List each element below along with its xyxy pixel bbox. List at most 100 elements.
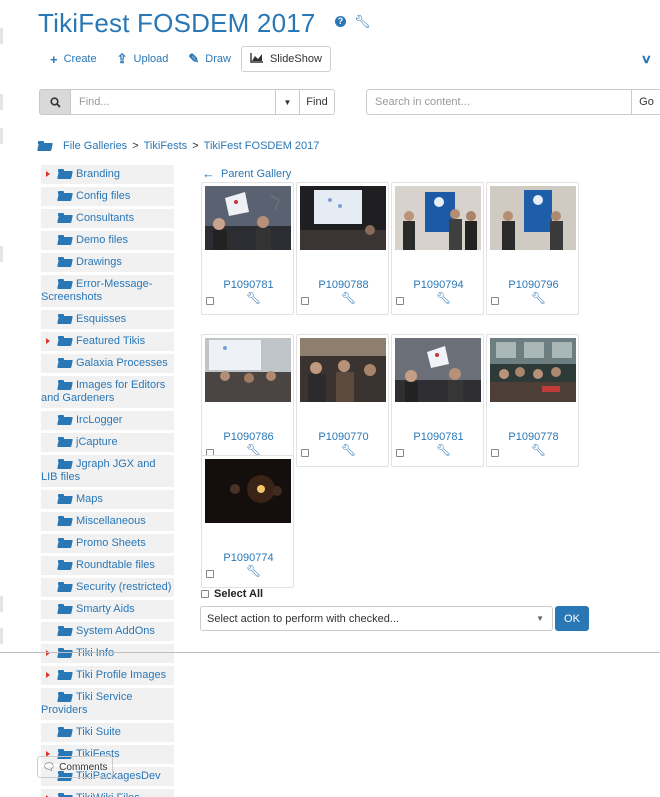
file-checkbox[interactable] [396, 297, 404, 305]
file-name-link[interactable]: P1090786 [202, 431, 295, 443]
file-name-link[interactable]: P1090781 [392, 431, 485, 443]
folder-icon [58, 604, 73, 614]
sidebar-item[interactable]: Tiki Info [41, 644, 174, 663]
upload-button[interactable]: ⇪ Upload [107, 46, 179, 72]
file-checkbox[interactable] [491, 297, 499, 305]
sidebar-item[interactable]: Galaxia Processes [41, 354, 174, 373]
file-thumbnail[interactable]: P1090781 🔧︎ [201, 182, 294, 315]
file-checkbox[interactable] [491, 449, 499, 457]
sidebar-item[interactable]: Esquisses [41, 310, 174, 329]
wrench-icon[interactable]: 🔧︎ [246, 291, 261, 305]
wrench-icon[interactable]: 🔧︎ [436, 443, 451, 457]
content-search-input[interactable]: Search in content... [366, 89, 632, 115]
sidebar-item[interactable]: Images for Editors and Gardeners [41, 376, 174, 408]
expand-arrow-icon[interactable] [46, 650, 50, 656]
sidebar-item[interactable]: Consultants [41, 209, 174, 228]
breadcrumb-file-galleries[interactable]: File Galleries [63, 140, 127, 152]
photo-thumbnail-image[interactable] [205, 186, 291, 250]
file-checkbox[interactable] [301, 297, 309, 305]
photo-thumbnail-image[interactable] [490, 338, 576, 402]
file-checkbox[interactable] [206, 297, 214, 305]
file-thumbnail[interactable]: P1090781 🔧︎ [391, 334, 484, 467]
sidebar-item[interactable]: Miscellaneous [41, 512, 174, 531]
file-thumbnail[interactable]: P1090796 🔧︎ [486, 182, 579, 315]
comments-button[interactable]: 🗨︎ Comments [37, 756, 113, 778]
sidebar-item-label: Maps [76, 493, 103, 505]
wrench-icon[interactable]: 🔧︎ [341, 443, 356, 457]
select-all-control[interactable]: Select All [201, 588, 263, 600]
wrench-icon[interactable]: 🔧︎ [531, 291, 546, 305]
file-thumbnail[interactable]: P1090794 🔧︎ [391, 182, 484, 315]
sidebar-item[interactable]: Maps [41, 490, 174, 509]
draw-button[interactable]: ✎ Draw [178, 46, 241, 72]
find-button[interactable]: Find [300, 89, 335, 115]
file-thumbnail[interactable]: P1090788 🔧︎ [296, 182, 389, 315]
comments-icon: 🗨︎ [42, 761, 56, 773]
sidebar-item[interactable]: Demo files [41, 231, 174, 250]
chevron-down-icon[interactable]: ∨ [641, 52, 652, 66]
file-name-link[interactable]: P1090796 [487, 279, 580, 291]
photo-thumbnail-image[interactable] [395, 186, 481, 250]
photo-thumbnail-image[interactable] [205, 459, 291, 523]
parent-gallery-link[interactable]: ← Parent Gallery [202, 166, 291, 181]
file-name-link[interactable]: P1090774 [202, 552, 295, 564]
sidebar-item[interactable]: Tiki Service Providers [41, 688, 174, 720]
wrench-icon[interactable]: 🔧︎ [341, 291, 356, 305]
photo-thumbnail-image[interactable] [205, 338, 291, 402]
file-name-link[interactable]: P1090788 [297, 279, 390, 291]
file-thumbnail[interactable]: P1090774 🔧︎ [201, 455, 294, 588]
wrench-icon[interactable]: 🔧︎ [246, 564, 261, 578]
file-checkbox[interactable] [396, 449, 404, 457]
photo-thumbnail-image[interactable] [490, 186, 576, 250]
expand-arrow-icon[interactable] [46, 171, 50, 177]
wrench-icon[interactable]: 🔧︎ [354, 15, 371, 28]
sidebar-item[interactable]: Drawings [41, 253, 174, 272]
sidebar-item[interactable]: Tiki Suite [41, 723, 174, 742]
file-thumbnail[interactable]: P1090770 🔧︎ [296, 334, 389, 467]
file-name-link[interactable]: P1090781 [202, 279, 295, 291]
sidebar-item[interactable]: Jgraph JGX and LIB files [41, 455, 174, 487]
select-all-checkbox[interactable] [201, 590, 209, 598]
question-icon[interactable]: ? [335, 16, 346, 27]
wrench-icon[interactable]: 🔧︎ [531, 443, 546, 457]
expand-arrow-icon[interactable] [46, 672, 50, 678]
folder-icon [58, 358, 73, 368]
sidebar-item[interactable]: Branding [41, 165, 174, 184]
find-input[interactable]: Find... [71, 89, 276, 115]
create-button[interactable]: + Create [40, 46, 107, 72]
sidebar-item[interactable]: IrcLogger [41, 411, 174, 430]
sidebar-item[interactable]: Tiki Profile Images [41, 666, 174, 685]
sidebar-item[interactable]: Featured Tikis [41, 332, 174, 351]
breadcrumb-current[interactable]: TikiFest FOSDEM 2017 [204, 140, 320, 152]
sidebar-item[interactable]: Roundtable files [41, 556, 174, 575]
sidebar-item[interactable]: Security (restricted) [41, 578, 174, 597]
photo-thumbnail-image[interactable] [395, 338, 481, 402]
search-button[interactable] [39, 89, 71, 115]
sidebar-item[interactable]: System AddOns [41, 622, 174, 641]
file-checkbox[interactable] [301, 449, 309, 457]
sidebar-item[interactable]: jCapture [41, 433, 174, 452]
sidebar-item[interactable]: TikiWiki Files [41, 789, 174, 797]
wrench-icon[interactable]: 🔧︎ [436, 291, 451, 305]
photo-thumbnail-image[interactable] [300, 186, 386, 250]
photo-thumbnail-image[interactable] [300, 338, 386, 402]
file-checkbox[interactable] [206, 570, 214, 578]
sidebar-item[interactable]: Promo Sheets [41, 534, 174, 553]
expand-arrow-icon[interactable] [46, 338, 50, 344]
file-thumbnail[interactable]: P1090778 🔧︎ [486, 334, 579, 467]
sidebar-item[interactable]: Config files [41, 187, 174, 206]
folder-icon [58, 538, 73, 548]
bulk-action-select[interactable]: Select action to perform with checked...… [200, 606, 553, 631]
sidebar-item[interactable]: Smarty Aids [41, 600, 174, 619]
file-name-link[interactable]: P1090794 [392, 279, 485, 291]
find-options-dropdown[interactable]: ▼ [276, 89, 300, 115]
go-button[interactable]: Go [632, 89, 660, 115]
file-name-link[interactable]: P1090778 [487, 431, 580, 443]
file-name-link[interactable]: P1090770 [297, 431, 390, 443]
sidebar-item-label: Featured Tikis [76, 335, 146, 347]
file-thumbnail[interactable]: P1090786 🔧︎ [201, 334, 294, 467]
slideshow-button[interactable]: SlideShow [240, 46, 331, 72]
sidebar-item[interactable]: Error-Message-Screenshots [41, 275, 174, 307]
ok-button[interactable]: OK [555, 606, 589, 631]
breadcrumb-tikifests[interactable]: TikiFests [144, 140, 188, 152]
